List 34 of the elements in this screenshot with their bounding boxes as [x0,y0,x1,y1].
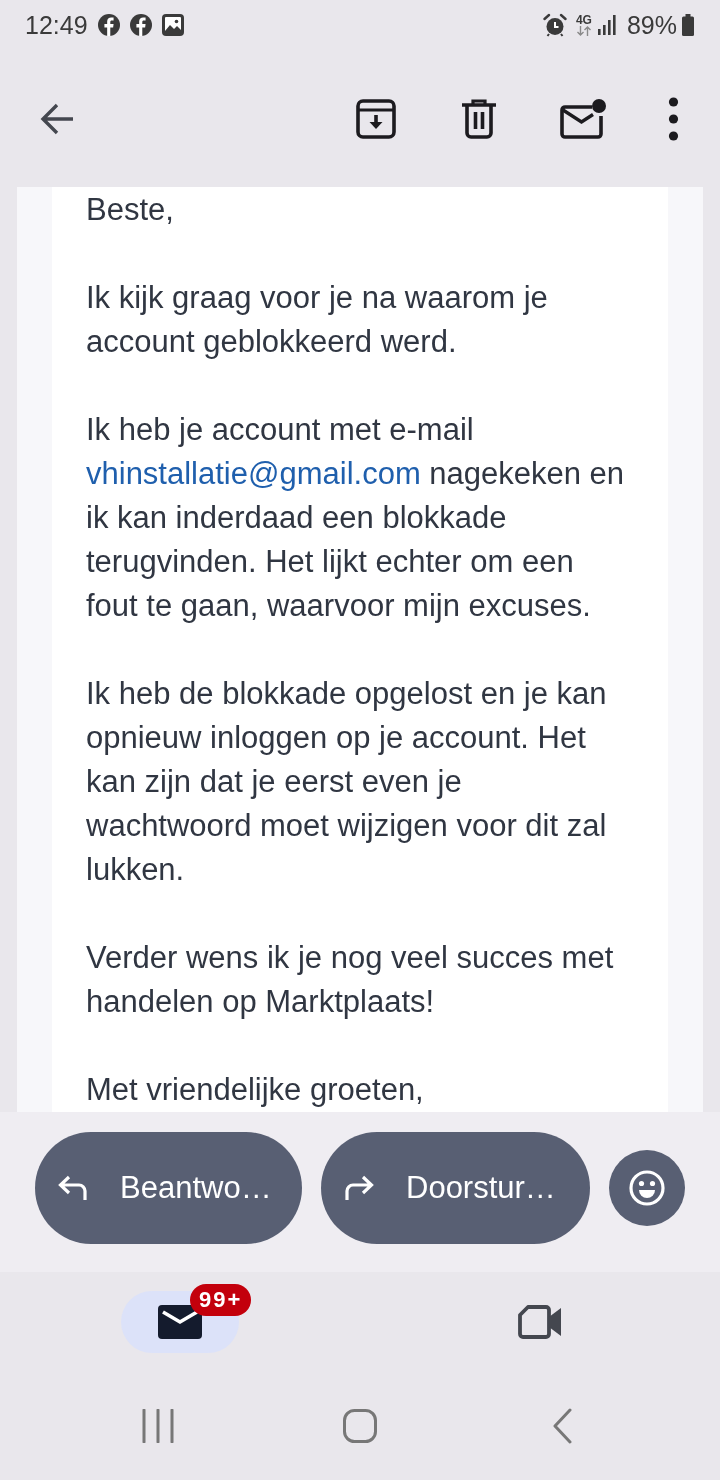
network-type: 4G [575,14,592,26]
signal-icon [597,15,616,35]
back-chevron-icon[interactable] [552,1408,572,1444]
email-paragraph: Verder wens ik je nog veel succes met handelen op Marktplaats! [86,939,615,1021]
trash-icon[interactable] [462,98,496,139]
email-paragraph: Ik heb je account met e-mail vhinstallatie@gmail.com nagekeken en ik kan inderdaad een blokkade terugvinden. Het lijkt echter om een fout te gaan, waarvoor mijn excuses. [86,411,626,625]
archive-icon[interactable] [356,98,396,139]
unread-count-badge: 99+ [190,1284,252,1316]
circle-f-icon [97,14,120,36]
battery-icon [682,14,694,36]
video-camera-icon [518,1305,562,1339]
email-paragraph: Beste, [86,191,175,229]
recent-apps-icon[interactable] [142,1409,174,1443]
forward-arrow-icon [344,1175,374,1201]
status-time: 12:49 [25,10,88,40]
video-tab[interactable] [518,1305,562,1339]
battery-percentage: 89% [626,10,677,40]
home-icon[interactable] [343,1409,377,1443]
reply-button[interactable]: Beantwo… [35,1132,302,1244]
forward-button[interactable]: Doorstur… [321,1132,590,1244]
email-paragraph: Met vriendelijke groeten, [86,1071,425,1109]
email-paragraph: Ik heb de blokkade opgelost en je kan opnieuw inloggen op je account. Het kan zijn dat je eerst even je wachtwoord moet wijzigen voor dit zal lukken. [86,675,608,889]
smiley-icon [629,1170,665,1206]
reply-arrow-icon [58,1175,88,1201]
alarm-clock-icon [542,13,567,37]
more-options-icon[interactable] [667,96,680,141]
email-link[interactable]: vhinstallatie@gmail.com [86,456,421,491]
image-icon [161,14,184,36]
mail-icon [158,1305,202,1339]
back-arrow-icon[interactable] [40,102,74,135]
mail-dot-icon[interactable] [560,98,606,139]
email-paragraph: Ik kijk graag voor je na waarom je account geblokkeerd werd. [86,279,549,361]
circle-f-icon [129,14,152,36]
data-arrows-icon [576,26,591,36]
